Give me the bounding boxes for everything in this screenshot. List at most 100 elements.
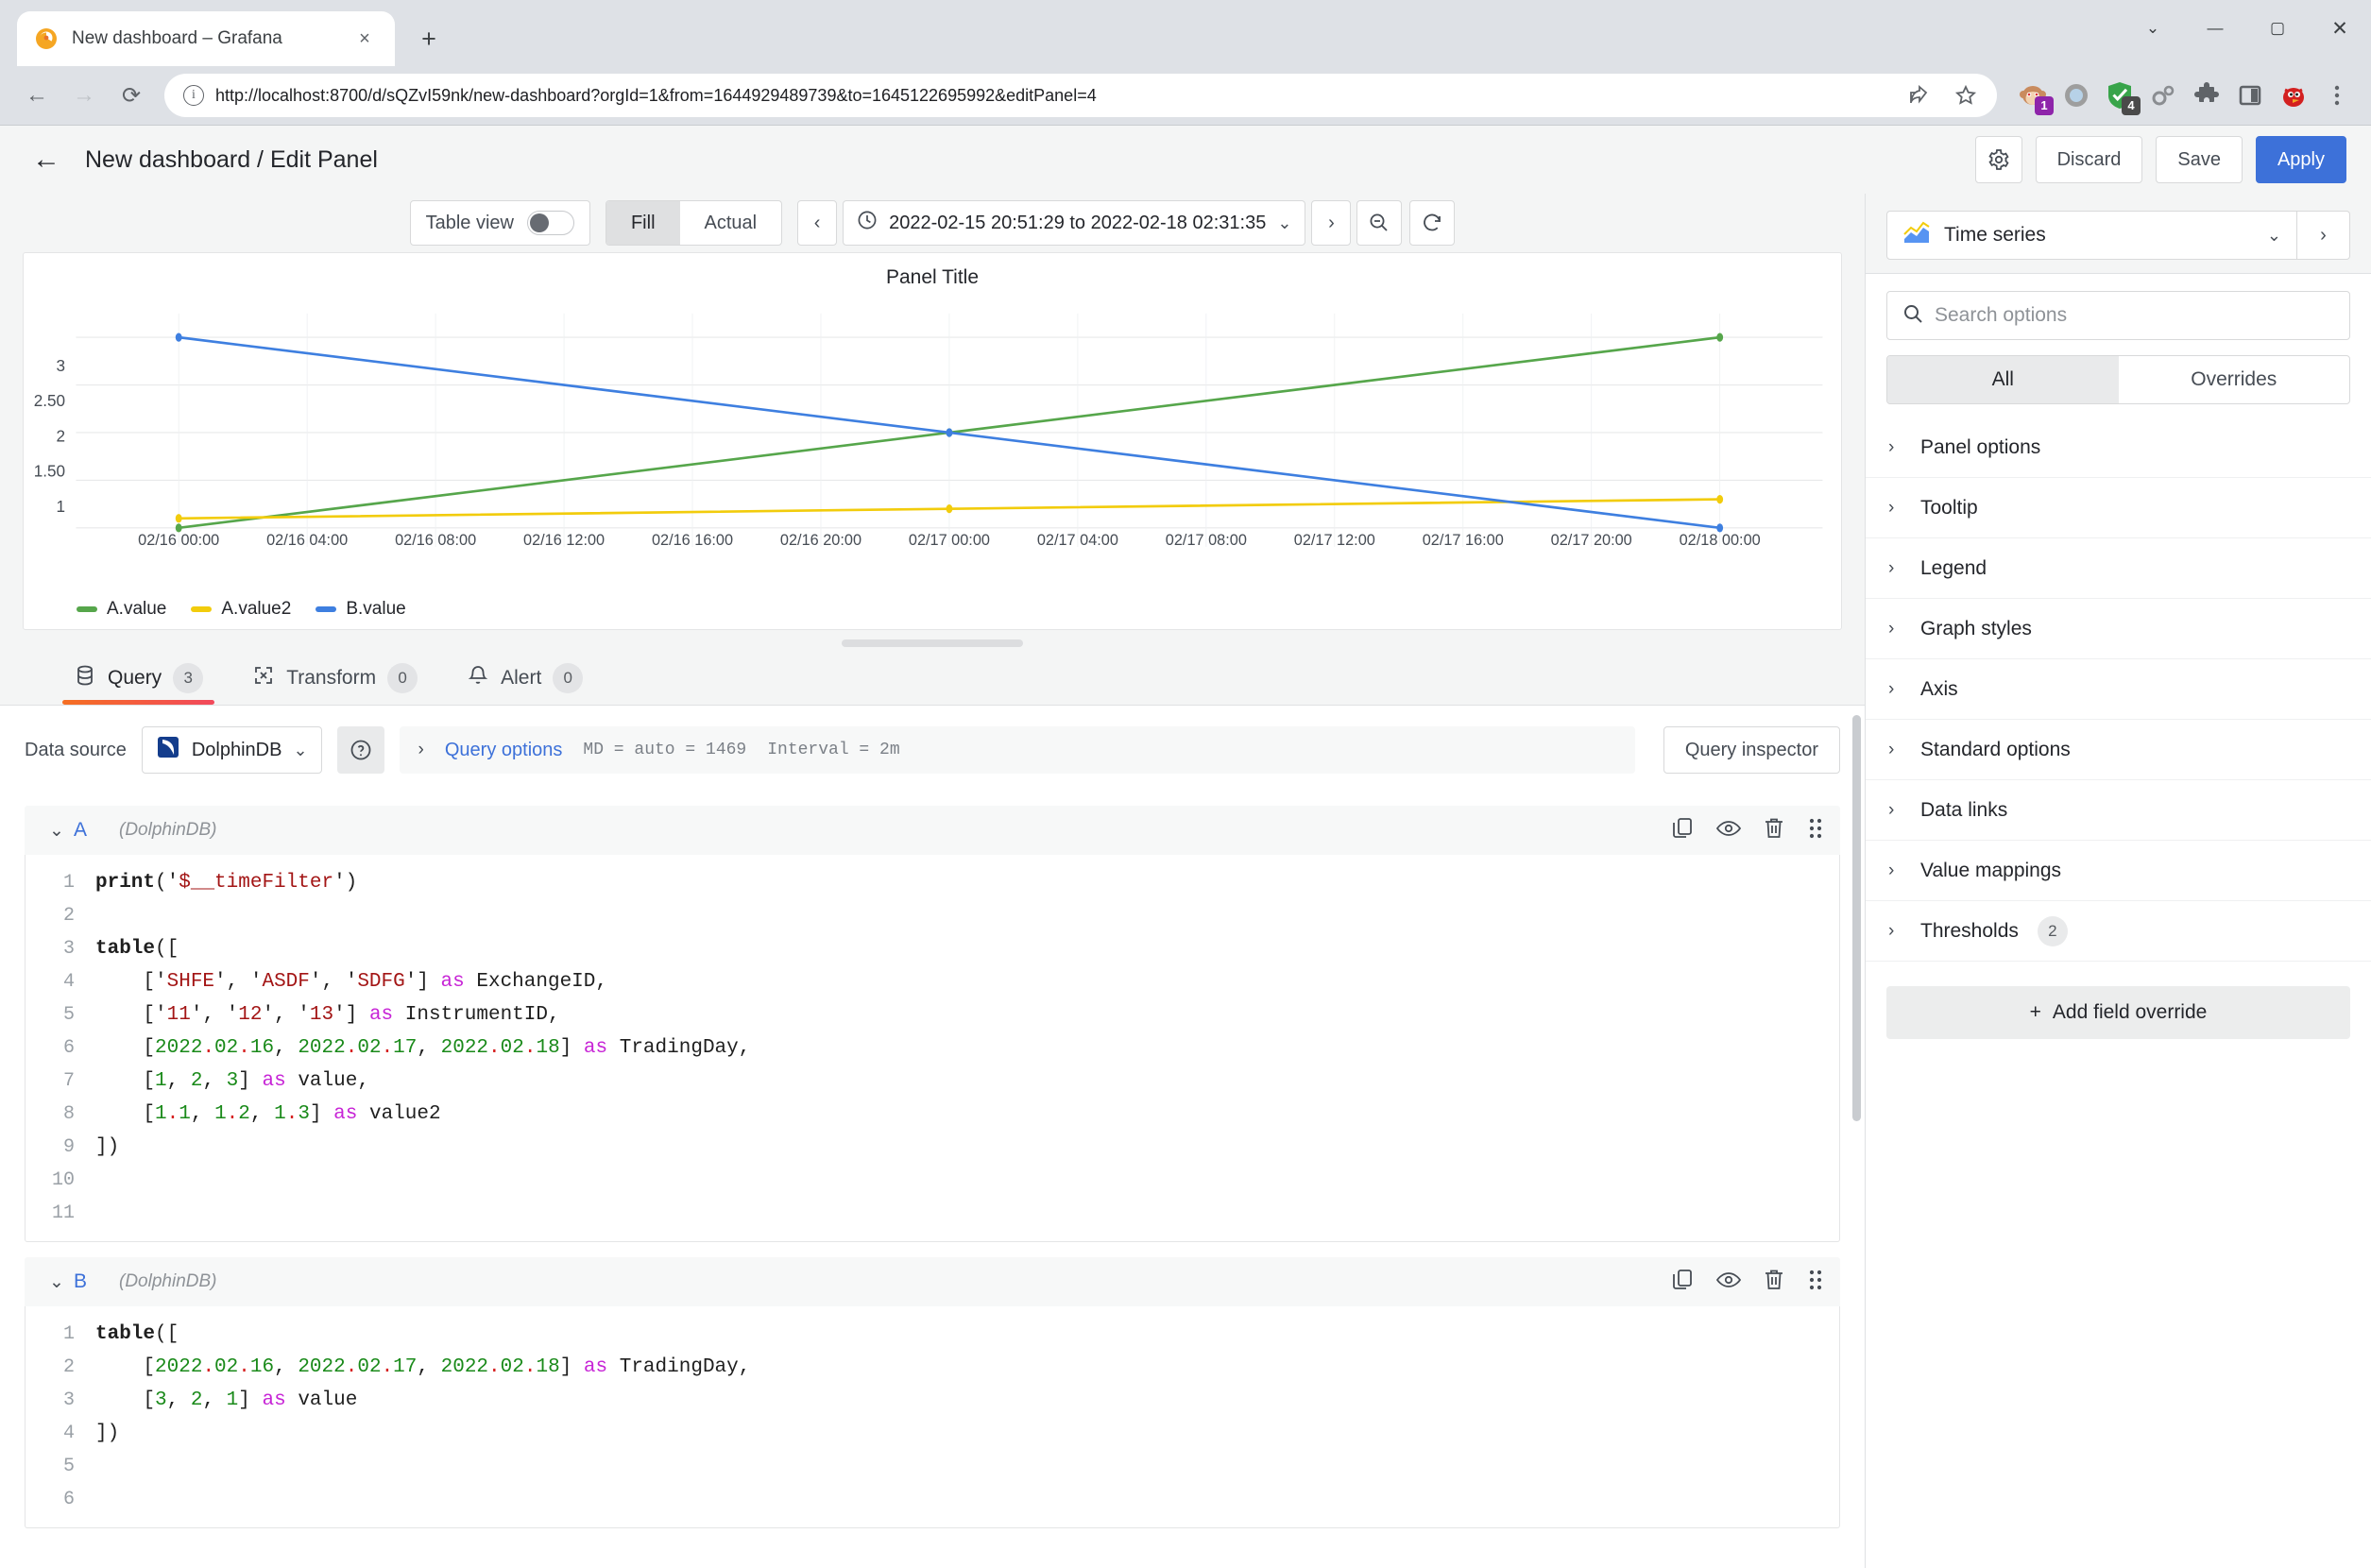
window-close-icon[interactable]: ✕: [2309, 0, 2371, 57]
trash-icon[interactable]: [1763, 816, 1785, 845]
panel-resize-bar[interactable]: [0, 630, 1865, 653]
eye-icon[interactable]: [1715, 816, 1742, 845]
all-overrides-toggle[interactable]: All Overrides: [1886, 355, 2350, 404]
tab-transform[interactable]: Transform 0: [228, 652, 442, 705]
chevron-right-icon[interactable]: ›: [1888, 679, 1902, 700]
query-scrollbar[interactable]: [1852, 715, 1861, 1121]
chevron-down-icon[interactable]: ⌄: [2267, 226, 2281, 246]
option-section-data-links[interactable]: › Data links: [1866, 780, 2371, 841]
option-section-graph-styles[interactable]: › Graph styles: [1866, 599, 2371, 659]
chevron-right-icon[interactable]: ›: [1888, 498, 1902, 519]
copy-icon[interactable]: [1670, 816, 1695, 845]
monkey-extension-icon[interactable]: 1: [2014, 77, 2052, 114]
reload-icon[interactable]: ⟳: [110, 74, 153, 117]
fill-option[interactable]: Fill: [606, 201, 680, 245]
copy-icon[interactable]: [1670, 1268, 1695, 1297]
circle-extension-icon[interactable]: [2057, 77, 2095, 114]
forward-icon[interactable]: →: [62, 74, 106, 117]
datasource-help-button[interactable]: [337, 726, 384, 774]
legend-item[interactable]: A.value: [77, 599, 166, 620]
zoom-out-button[interactable]: [1356, 200, 1402, 246]
resize-grip[interactable]: [842, 639, 1023, 647]
actual-option[interactable]: Actual: [680, 201, 782, 245]
drag-handle-icon[interactable]: [1806, 816, 1825, 845]
refresh-button[interactable]: [1409, 200, 1455, 246]
tab-overrides[interactable]: Overrides: [2119, 356, 2350, 403]
adblock-shield-icon[interactable]: 4: [2101, 77, 2139, 114]
datasource-picker[interactable]: DolphinDB ⌄: [142, 726, 322, 774]
chevron-down-icon[interactable]: ⌄: [2122, 0, 2184, 57]
angrybird-profile-icon[interactable]: [2275, 77, 2312, 114]
browser-tab[interactable]: New dashboard – Grafana ×: [17, 11, 395, 66]
time-shift-back-button[interactable]: ‹: [797, 200, 837, 246]
chrome-menu-icon[interactable]: [2318, 77, 2356, 114]
sidepanel-icon[interactable]: [2231, 77, 2269, 114]
chevron-down-icon[interactable]: ⌄: [40, 820, 74, 842]
query-letter: B: [74, 1270, 119, 1293]
option-section-legend[interactable]: › Legend: [1866, 538, 2371, 599]
legend-item[interactable]: B.value: [316, 599, 405, 620]
apply-button[interactable]: Apply: [2256, 136, 2346, 183]
site-info-icon[interactable]: i: [183, 85, 204, 106]
maximize-icon[interactable]: ▢: [2246, 0, 2309, 57]
chevron-right-icon[interactable]: ›: [1888, 800, 1902, 821]
option-section-standard-options[interactable]: › Standard options: [1866, 720, 2371, 780]
discard-button[interactable]: Discard: [2036, 136, 2143, 183]
query-options-link[interactable]: Query options: [445, 740, 563, 761]
time-shift-forward-button[interactable]: ›: [1311, 200, 1351, 246]
search-options-box[interactable]: [1886, 291, 2350, 340]
new-tab-button[interactable]: +: [408, 18, 450, 60]
tab-query[interactable]: Query 3: [49, 652, 228, 705]
option-section-thresholds[interactable]: › Thresholds 2: [1866, 901, 2371, 962]
option-section-label: Value mappings: [1920, 860, 2061, 882]
option-section-axis[interactable]: › Axis: [1866, 659, 2371, 720]
option-section-panel-options[interactable]: › Panel options: [1866, 418, 2371, 478]
puzzle-extensions-icon[interactable]: [2188, 77, 2226, 114]
option-section-tooltip[interactable]: › Tooltip: [1866, 478, 2371, 538]
gears-extension-icon[interactable]: [2144, 77, 2182, 114]
search-options-input[interactable]: [1935, 304, 2334, 327]
chevron-down-icon[interactable]: ⌄: [293, 741, 307, 760]
plot-area[interactable]: 11.5022.50302/16 00:0002/16 04:0002/16 0…: [24, 295, 1841, 597]
query-code-editor[interactable]: 1 table([ 2 [2022.02.16, 2022.02.17, 202…: [25, 1306, 1840, 1528]
option-section-value-mappings[interactable]: › Value mappings: [1866, 841, 2371, 901]
address-bar[interactable]: i http://localhost:8700/d/sQZvI59nk/new-…: [164, 74, 1997, 117]
back-icon[interactable]: ←: [15, 74, 59, 117]
dashboard-settings-button[interactable]: [1975, 136, 2022, 183]
chevron-right-icon[interactable]: ›: [1888, 921, 1902, 942]
time-range-picker[interactable]: 2022-02-15 20:51:29 to 2022-02-18 02:31:…: [843, 200, 1305, 246]
query-code-editor[interactable]: 1 print('$__timeFilter') 2 3 table([ 4 […: [25, 855, 1840, 1242]
table-view-toggle[interactable]: Table view: [410, 200, 590, 246]
add-field-override-button[interactable]: + Add field override: [1886, 986, 2350, 1039]
drag-handle-icon[interactable]: [1806, 1268, 1825, 1297]
visualization-picker[interactable]: Time series ⌄: [1886, 211, 2297, 260]
table-view-switch[interactable]: [527, 211, 574, 235]
fill-actual-segmented-control[interactable]: Fill Actual: [606, 200, 782, 246]
tab-all[interactable]: All: [1887, 356, 2119, 403]
close-icon[interactable]: ×: [351, 26, 378, 52]
minimize-icon[interactable]: —: [2184, 0, 2246, 57]
chevron-right-icon[interactable]: ›: [1888, 619, 1902, 639]
chevron-down-icon[interactable]: ⌄: [1277, 213, 1291, 233]
bookmark-star-icon[interactable]: [1944, 74, 1987, 117]
eye-icon[interactable]: [1715, 1268, 1742, 1297]
viz-picker-expand-button[interactable]: ›: [2297, 211, 2350, 260]
chevron-right-icon[interactable]: ›: [1888, 861, 1902, 881]
query-header[interactable]: ⌄ B (DolphinDB): [25, 1257, 1840, 1306]
save-button[interactable]: Save: [2156, 136, 2243, 183]
back-arrow-icon[interactable]: ←: [25, 138, 68, 181]
chevron-down-icon[interactable]: ⌄: [40, 1271, 74, 1293]
chevron-right-icon[interactable]: ›: [1888, 740, 1902, 760]
query-inspector-button[interactable]: Query inspector: [1663, 726, 1840, 774]
chevron-right-icon[interactable]: ›: [1888, 437, 1902, 458]
chevron-right-icon[interactable]: ›: [418, 740, 424, 760]
query-options-bar[interactable]: › Query options MD = auto = 1469 Interva…: [400, 726, 1635, 774]
legend-item[interactable]: A.value2: [191, 599, 291, 620]
query-editor-scroll-area[interactable]: Data source DolphinDB ⌄: [0, 706, 1865, 1568]
trash-icon[interactable]: [1763, 1268, 1785, 1297]
chevron-right-icon[interactable]: ›: [1888, 558, 1902, 579]
query-header[interactable]: ⌄ A (DolphinDB): [25, 806, 1840, 855]
visualization-wrapper: Panel Title 11.5022.50302/16 00:0002/16 …: [0, 252, 1865, 630]
share-icon[interactable]: [1897, 74, 1940, 117]
tab-alert[interactable]: Alert 0: [442, 652, 607, 705]
